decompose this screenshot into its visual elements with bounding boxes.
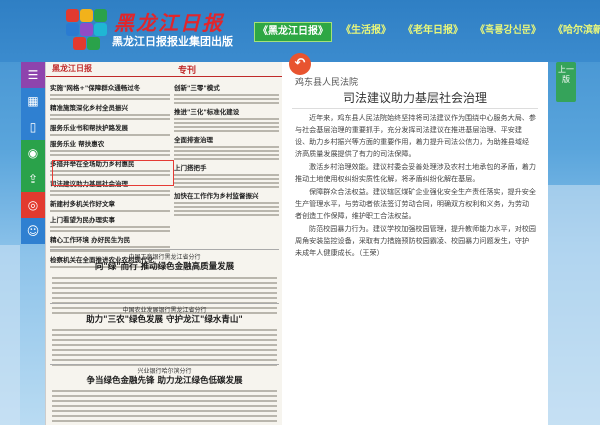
- previous-page-label: 上一版: [558, 65, 574, 84]
- article-paragraph: 保障群众合法权益。建议辖区煤矿企业强化安全生产责任落实，提升安全生产管理水平，与…: [295, 187, 536, 220]
- newspaper-tabs: 《黑龙江日报》 《生活报》 《老年日报》 《흑룡강신문》 《哈尔滨新闻》: [254, 22, 600, 42]
- story-text: [52, 326, 277, 369]
- weibo-icon[interactable]: ◎: [21, 192, 45, 218]
- paper-headline[interactable]: 实施"网格+"保障群众通畅过冬: [50, 82, 170, 92]
- paper-divider: [50, 364, 279, 365]
- wechat-icon[interactable]: ◉: [21, 140, 45, 166]
- article-divider: [292, 108, 538, 109]
- story-headline[interactable]: 争当绿色金融先锋 助力龙江绿色低碳发展: [46, 374, 283, 386]
- qq-icon[interactable]: ☺: [21, 218, 45, 244]
- article-panel: ↶ 鸡东县人民法院 司法建议助力基层社会治理 近年来，鸡东县人民法院始终坚持将司…: [282, 53, 548, 425]
- paper-headline[interactable]: 全面排查治理: [174, 134, 279, 144]
- tab-korean-daily[interactable]: 《흑룡강신문》: [472, 22, 544, 40]
- paper-masthead: 黑龙江日报 专刊: [46, 62, 283, 77]
- share-icon[interactable]: ⇪: [21, 166, 45, 192]
- paper-headline[interactable]: 上门看望为民办理实事: [50, 214, 170, 224]
- tab-harbin-news[interactable]: 《哈尔滨新闻》: [550, 22, 600, 40]
- paper-section-label: 专刊: [178, 66, 197, 76]
- paper-headline[interactable]: 新建村多机关作好文章: [50, 198, 170, 208]
- paper-headline[interactable]: 创新"三零"模式: [174, 82, 279, 92]
- paper-headline[interactable]: 推进"三化"标准化建设: [174, 106, 279, 116]
- sidebar-toolbar: ☰ ▦ ▯ ◉ ⇪ ◎ ☺: [21, 62, 45, 244]
- grid-icon[interactable]: ▦: [21, 88, 45, 114]
- article-body: 近年来，鸡东县人民法院始终坚持将司法建议作为围绕中心服务大局、参与社会基层治理的…: [295, 112, 536, 260]
- paper-headline[interactable]: 精准施策深化乡村全员振兴: [50, 102, 170, 112]
- paper-divider: [50, 249, 279, 250]
- menu-icon[interactable]: ☰: [21, 62, 45, 88]
- back-arrow-icon[interactable]: ↶: [289, 53, 311, 75]
- story-text: [52, 387, 277, 425]
- story-headline[interactable]: 助力"三农"绿色发展 守护龙江"绿水青山": [46, 313, 283, 325]
- logo-icon[interactable]: [62, 6, 108, 52]
- paper-headline[interactable]: 上门搭把手: [174, 162, 279, 172]
- selected-article-highlight[interactable]: [52, 160, 174, 186]
- paper-headline[interactable]: 精心工作环境 办好民生为民: [50, 234, 170, 244]
- tab-heilongjiang-daily[interactable]: 《黑龙江日报》: [254, 22, 332, 42]
- story-headline[interactable]: 向"绿"而行 推动绿色金融高质量发展: [46, 260, 283, 272]
- logo-title[interactable]: 黑龙江日报: [114, 7, 224, 36]
- paper-divider: [50, 303, 279, 304]
- article-source: 鸡东县人民法院: [295, 78, 359, 88]
- newspaper-page[interactable]: 黑龙江日报 专刊 实施"网格+"保障群众通畅过冬 精准施策深化乡村全员振兴 服务…: [45, 62, 283, 425]
- phone-icon[interactable]: ▯: [21, 114, 45, 140]
- city-building: [548, 185, 600, 425]
- paper-logo: 黑龙江日报: [52, 64, 92, 73]
- tab-senior-daily[interactable]: 《老年日报》: [400, 22, 466, 40]
- article-paragraph: 防范校园暴力行为。建议学校加强校园管理，提升教师能力水平，对校园周角安装监控设备…: [295, 224, 536, 257]
- city-building: [0, 245, 20, 425]
- paper-headline[interactable]: 加快在工作作为乡村监督振兴: [174, 190, 279, 200]
- paper-headline[interactable]: 服务乐业 帮扶惠农: [50, 138, 170, 148]
- article-paragraph: 近年来，鸡东县人民法院始终坚持将司法建议作为围绕中心服务大局、参与社会基层治理的…: [295, 113, 536, 158]
- paper-headline[interactable]: 服务乐业书和帮扶护路发展: [50, 122, 170, 132]
- article-paragraph: 激活乡村治理效能。建议村委会妥善处理涉及农村土地承包的矛盾，着力推动土地使用权纠…: [295, 162, 536, 183]
- previous-page-button[interactable]: 上一版: [556, 62, 576, 102]
- tab-life-daily[interactable]: 《生活报》: [338, 22, 394, 40]
- logo-subtitle: 黑龙江日报报业集团出版: [112, 35, 233, 48]
- article-title: 司法建议助力基层社会治理: [342, 91, 487, 105]
